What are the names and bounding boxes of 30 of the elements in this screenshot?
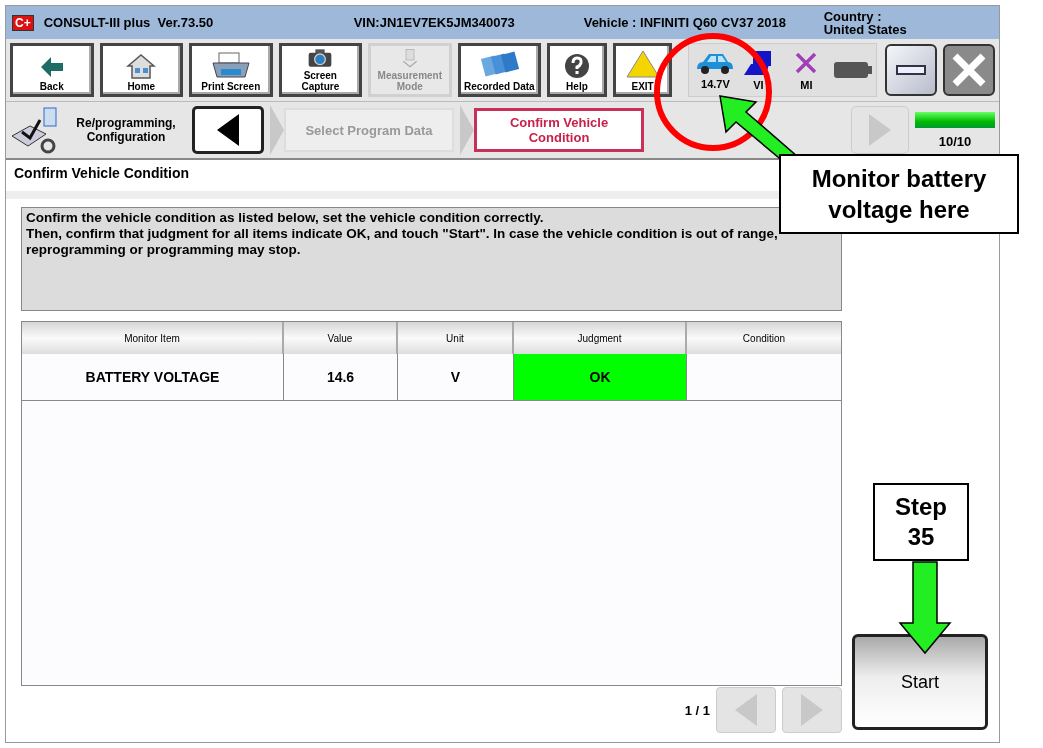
callout-text: Step 35: [873, 483, 969, 561]
status-label: MI: [800, 78, 813, 91]
step-tab[interactable]: Confirm Vehicle Condition: [474, 108, 644, 152]
start-button[interactable]: Start: [852, 634, 988, 730]
toolbar-button[interactable]: Recorded Data: [457, 43, 542, 97]
vehicle-label: Vehicle : INFINITI Q60 CV37 2018: [583, 15, 787, 30]
progress-label: 10/10: [938, 133, 972, 149]
toolbar-button[interactable]: Home: [99, 43, 184, 97]
column-header: Judgment: [514, 322, 687, 354]
page-count: 1 / 1: [684, 702, 710, 718]
status-label: 14.7V: [701, 77, 730, 90]
column-header: Unit: [398, 322, 514, 354]
column-header: Monitor Item: [22, 322, 284, 354]
toolbar-button[interactable]: EXIT: [612, 43, 673, 97]
toolbar-button[interactable]: Print Screen: [189, 43, 273, 97]
status-label: VI: [753, 78, 764, 91]
toolbar-button[interactable]: Back: [10, 43, 94, 97]
toolbar-button[interactable]: Screen Capture: [278, 43, 363, 97]
table-cell: OK: [514, 354, 687, 400]
section-label: Re/programming, Configuration: [75, 116, 177, 144]
column-header: Condition: [687, 322, 841, 354]
table-cell: BATTERY VOLTAGE: [22, 354, 284, 400]
callout-text: Monitor battery voltage here: [779, 154, 1019, 234]
table-cell: 14.6: [284, 354, 398, 400]
toolbar-button[interactable]: Help: [547, 43, 607, 97]
country-label: Country : United States: [823, 9, 908, 36]
vin-label: VIN:JN1EV7EK5JM340073: [353, 15, 516, 30]
app-logo: C+: [12, 14, 34, 31]
column-header: Value: [284, 322, 398, 354]
app-title: CONSULT-III plus Ver.73.50: [43, 15, 215, 30]
